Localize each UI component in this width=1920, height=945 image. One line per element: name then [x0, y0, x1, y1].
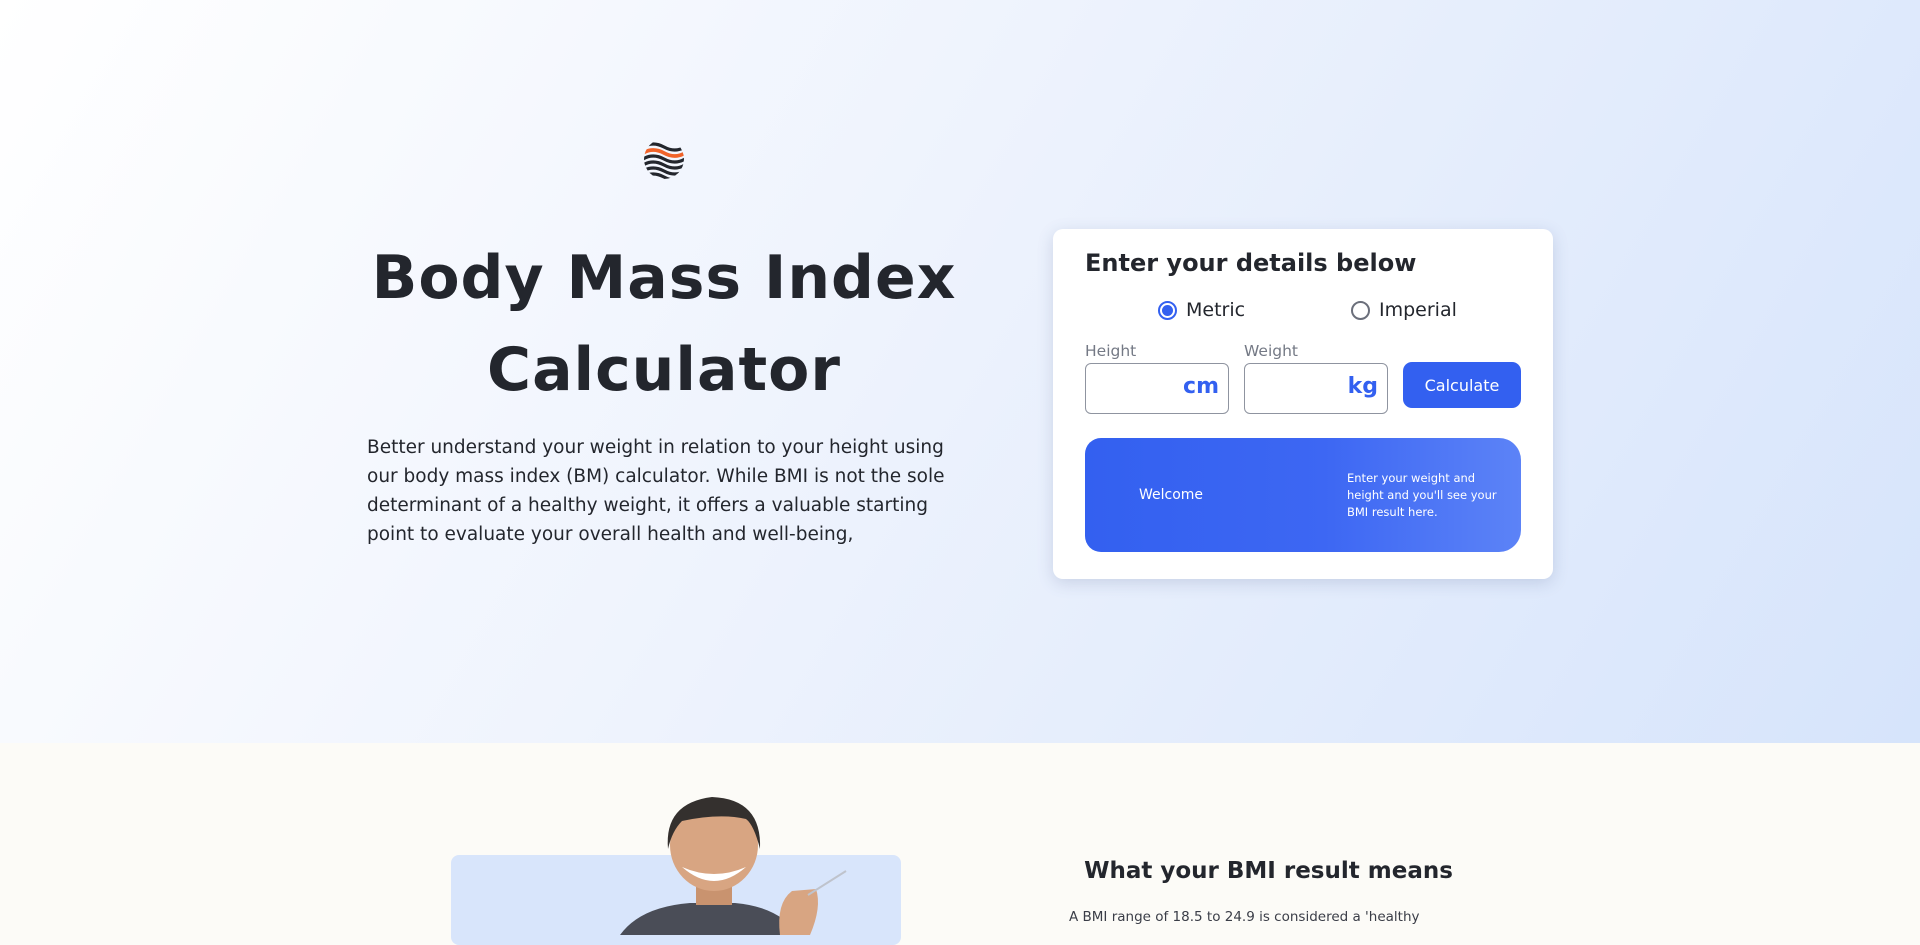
result-message: Enter your weight and height and you'll …: [1347, 471, 1497, 519]
height-input[interactable]: [1092, 372, 1172, 406]
metric-radio[interactable]: [1158, 300, 1177, 320]
result-welcome: Welcome: [1139, 487, 1204, 503]
height-label: Height: [1085, 342, 1137, 360]
logo-icon: [644, 142, 684, 179]
intro-text: Better understand your weight in relatio…: [367, 437, 945, 545]
weight-field[interactable]: kg: [1244, 363, 1388, 414]
bmi-calculator-card: Enter your details below Metric Imperial…: [1053, 229, 1553, 579]
metric-option[interactable]: Metric: [1158, 299, 1245, 321]
height-unit: cm: [1183, 374, 1219, 399]
card-heading: Enter your details below: [1085, 249, 1417, 277]
title-line-1: Body Mass Index: [371, 243, 957, 313]
imperial-label: Imperial: [1379, 299, 1457, 321]
bmi-meaning-title: What your BMI result means: [1084, 858, 1453, 884]
weight-label: Weight: [1244, 342, 1299, 360]
metric-label: Metric: [1186, 299, 1246, 321]
hero-section: Body Mass Index Calculator Better unders…: [0, 0, 1920, 743]
page-title: Body Mass Index Calculator: [370, 232, 958, 416]
weight-unit: kg: [1347, 374, 1378, 399]
person-image: [620, 797, 847, 935]
height-field[interactable]: cm: [1085, 363, 1229, 414]
weight-input[interactable]: [1251, 372, 1331, 406]
imperial-radio[interactable]: [1351, 300, 1370, 320]
result-panel: Welcome Enter your weight and height and…: [1085, 438, 1521, 552]
calculate-button[interactable]: Calculate: [1403, 362, 1521, 408]
title-line-2: Calculator: [487, 335, 841, 405]
imperial-option[interactable]: Imperial: [1351, 299, 1457, 321]
bmi-meaning-text: A BMI range of 18.5 to 24.9 is considere…: [1069, 909, 1420, 925]
